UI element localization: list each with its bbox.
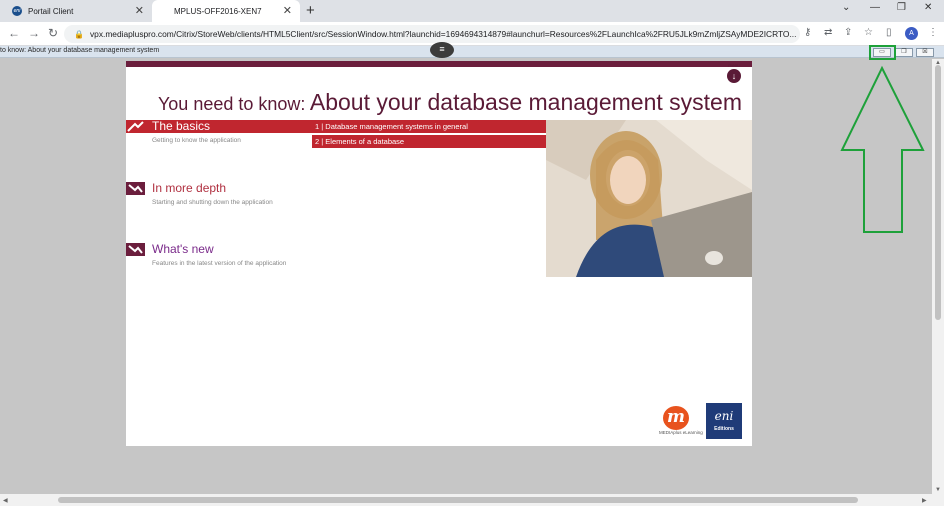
section-subtitle: Features in the latest version of the ap…	[152, 260, 287, 267]
profile-avatar[interactable]: A	[905, 27, 918, 40]
back-icon[interactable]: ←	[8, 26, 20, 40]
new-tab-icon[interactable]: +	[306, 2, 315, 19]
address-bar[interactable]: 🔒 vpx.mediapluspro.com/Citrix/StoreWeb/c…	[64, 25, 800, 43]
vertical-scroll-thumb[interactable]	[935, 65, 941, 320]
lock-icon: 🔒	[74, 29, 84, 39]
page-title: You need to know: About your database ma…	[158, 89, 742, 116]
side-panel-icon[interactable]: ▯	[886, 27, 892, 38]
scroll-left-icon[interactable]: ◀	[3, 497, 8, 504]
scroll-right-icon[interactable]: ▶	[922, 497, 927, 504]
pointer-hand-icon	[126, 182, 145, 195]
section-title: The basics	[152, 119, 211, 133]
translate-icon[interactable]: ⇄	[824, 27, 832, 38]
minimize-icon[interactable]: —	[870, 2, 880, 13]
scroll-up-icon[interactable]: ▲	[935, 60, 941, 66]
section-subtitle: Getting to know the application	[152, 137, 241, 144]
basics-submenu: 1 | Database management systems in gener…	[312, 120, 546, 150]
restore-session-button[interactable]: ❐	[895, 48, 913, 57]
reload-icon[interactable]: ↻	[48, 26, 58, 40]
section-subtitle: Starting and shutting down the applicati…	[152, 199, 273, 206]
tab-label: Portail Client	[28, 6, 74, 16]
close-tab-icon[interactable]: ✕	[283, 4, 292, 17]
menu-label: menu	[728, 63, 740, 68]
url-text: vpx.mediapluspro.com/Citrix/StoreWeb/cli…	[89, 29, 797, 39]
eni-sub-text: Editions	[714, 426, 734, 432]
tab-label: MPLUS-OFF2016-XEN7	[174, 6, 262, 16]
title-prefix: You need to know:	[157, 94, 306, 114]
more-menu-icon[interactable]: ⋮	[928, 27, 938, 38]
section-title: In more depth	[152, 181, 227, 195]
share-icon[interactable]: ⇪	[844, 27, 852, 38]
horizontal-scroll-thumb[interactable]	[58, 497, 858, 503]
eni-text: eni	[714, 409, 734, 423]
download-arrow-icon: ↓	[727, 69, 741, 83]
key-icon[interactable]: ⚷	[804, 27, 811, 38]
woman-with-laptop-photo	[546, 120, 752, 277]
citrix-session-bar: to know: About your database management …	[0, 46, 944, 58]
section-title: What's new	[152, 242, 214, 256]
title-main: About your database management system	[309, 89, 742, 115]
mediaplus-text: MEDIAplus eLearning	[659, 430, 703, 435]
mediaplus-letter: m	[663, 406, 689, 430]
top-band	[126, 61, 752, 67]
submenu-item[interactable]: 2 | Elements of a database	[312, 135, 546, 148]
menu-button[interactable]: menu ↓	[726, 63, 742, 83]
tab-portail-client[interactable]: eni Portail Client ✕	[0, 0, 152, 22]
session-title: to know: About your database management …	[0, 47, 160, 54]
close-session-button[interactable]: ☒	[916, 48, 934, 57]
up-arrow-annotation	[840, 65, 925, 233]
close-window-icon[interactable]: ✕	[924, 2, 932, 13]
pointer-hand-icon	[127, 121, 144, 132]
tab-citrix-session[interactable]: MPLUS-OFF2016-XEN7 ✕	[152, 0, 300, 22]
tab-search-icon[interactable]: ⌄	[842, 2, 850, 13]
tab-strip: eni Portail Client ✕ MPLUS-OFF2016-XEN7 …	[0, 0, 944, 22]
mediaplus-logo: m MEDIAplus eLearning	[659, 406, 703, 438]
bookmark-star-icon[interactable]: ☆	[864, 27, 873, 38]
close-tab-icon[interactable]: ✕	[135, 4, 144, 17]
restore-icon[interactable]: ❐	[897, 2, 906, 13]
scroll-down-icon[interactable]: ▼	[935, 487, 941, 493]
forward-icon[interactable]: →	[28, 26, 40, 40]
course-page: menu ↓ You need to know: About your data…	[126, 61, 752, 446]
pointer-hand-icon	[126, 243, 145, 256]
eni-editions-logo: eni Editions	[706, 403, 742, 439]
browser-toolbar: ← → ↻ 🔒 vpx.mediapluspro.com/Citrix/Stor…	[0, 22, 944, 46]
citrix-toolbar-handle[interactable]: ≡	[430, 42, 454, 58]
submenu-item[interactable]: 1 | Database management systems in gener…	[312, 120, 546, 133]
highlight-box	[869, 45, 896, 60]
eni-favicon-icon: eni	[12, 6, 22, 16]
